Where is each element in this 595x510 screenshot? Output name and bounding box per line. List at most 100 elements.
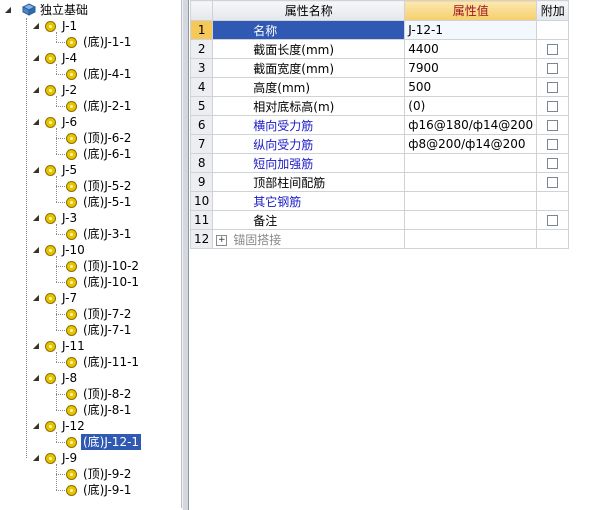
grid-row[interactable]: 12 + 锚固搭接 [189, 229, 570, 249]
extra-checkbox[interactable] [547, 139, 559, 150]
property-name-cell[interactable]: 横向受力筋 [212, 115, 406, 135]
collapse-toggle-icon[interactable]: ◢ [32, 294, 40, 302]
collapse-toggle-icon[interactable]: ◢ [32, 342, 40, 350]
tree-leaf-label[interactable]: (顶)J-10-2 [83, 258, 139, 274]
tree-group-label[interactable]: J-12 [62, 418, 85, 434]
column-header-extra[interactable]: 附加 [536, 0, 570, 21]
tree-leaf-label[interactable]: (顶)J-8-2 [83, 386, 131, 402]
extra-checkbox[interactable] [547, 63, 559, 74]
tree-leaf-label[interactable]: (顶)J-5-2 [83, 178, 131, 194]
tree-leaf-label[interactable]: (底)J-11-1 [83, 354, 139, 370]
property-grid: 属性名称 属性值 附加 1 名称 J-12-1 2 截面长度(mm) 4400 3 截面宽度(… [189, 0, 570, 249]
property-value-cell[interactable]: ф16@180/ф14@200 [404, 115, 538, 135]
property-value-cell[interactable]: 7900 [404, 58, 538, 78]
grid-row[interactable]: 5 相对底标高(m) (0) [189, 96, 570, 116]
property-name-cell[interactable]: 相对底标高(m) [212, 96, 406, 116]
grid-row[interactable]: 11 备注 [189, 210, 570, 230]
collapse-toggle-icon[interactable]: ◢ [32, 214, 40, 222]
grid-row[interactable]: 6 横向受力筋 ф16@180/ф14@200 [189, 115, 570, 135]
property-value-cell[interactable]: J-12-1 [404, 20, 538, 40]
grid-row[interactable]: 7 纵向受力筋 ф8@200/ф14@200 [189, 134, 570, 154]
collapse-toggle-icon[interactable]: ◢ [4, 6, 12, 14]
property-value-cell[interactable]: (0) [404, 96, 538, 116]
property-name-cell[interactable]: + 锚固搭接 [212, 229, 406, 249]
property-value-cell[interactable] [404, 229, 538, 249]
extra-checkbox[interactable] [547, 215, 559, 226]
property-name-cell[interactable]: 其它钢筋 [212, 191, 406, 211]
property-value-cell[interactable] [404, 172, 538, 192]
extra-checkbox[interactable] [547, 82, 559, 93]
extra-checkbox[interactable] [547, 44, 559, 55]
tree-group-label[interactable]: J-10 [62, 242, 85, 258]
collapse-toggle-icon[interactable]: ◢ [32, 374, 40, 382]
tree-group-label[interactable]: J-2 [62, 82, 77, 98]
property-name-cell[interactable]: 高度(mm) [212, 77, 406, 97]
extra-checkbox[interactable] [547, 120, 559, 131]
tree-leaf-label[interactable]: (底)J-6-1 [83, 146, 131, 162]
tree-group-label[interactable]: J-1 [62, 18, 77, 34]
property-name-cell[interactable]: 短向加强筋 [212, 153, 406, 173]
property-name-cell[interactable]: 截面长度(mm) [212, 39, 406, 59]
property-name-cell[interactable]: 纵向受力筋 [212, 134, 406, 154]
property-value-cell[interactable]: 4400 [404, 39, 538, 59]
tree-leaf-label[interactable]: (底)J-4-1 [83, 66, 131, 82]
property-name-cell[interactable]: 顶部柱间配筋 [212, 172, 406, 192]
tree-root-label[interactable]: 独立基础 [40, 2, 88, 18]
collapse-toggle-icon[interactable]: ◢ [32, 422, 40, 430]
tree-leaf-label[interactable]: (底)J-7-1 [83, 322, 131, 338]
tree-group-label[interactable]: J-4 [62, 50, 77, 66]
collapse-toggle-icon[interactable]: ◢ [32, 246, 40, 254]
property-value-cell[interactable]: 500 [404, 77, 538, 97]
grid-row[interactable]: 9 顶部柱间配筋 [189, 172, 570, 192]
property-name-cell[interactable]: 截面宽度(mm) [212, 58, 406, 78]
grid-row[interactable]: 1 名称 J-12-1 [189, 20, 570, 40]
tree-leaf-label[interactable]: (底)J-3-1 [83, 226, 131, 242]
pane-splitter[interactable] [182, 0, 189, 510]
gear-icon [66, 261, 77, 272]
extra-checkbox[interactable] [547, 177, 559, 188]
tree-group-label[interactable]: J-7 [62, 290, 77, 306]
tree-leaf-label[interactable]: (底)J-2-1 [83, 98, 131, 114]
tree-leaf-label-selected[interactable]: (底)J-12-1 [81, 434, 142, 450]
tree-leaf-label[interactable]: (顶)J-6-2 [83, 130, 131, 146]
collapse-toggle-icon[interactable]: ◢ [32, 454, 40, 462]
collapse-toggle-icon[interactable]: ◢ [32, 54, 40, 62]
tree-leaf-label[interactable]: (底)J-1-1 [83, 34, 131, 50]
collapse-toggle-icon[interactable]: ◢ [32, 86, 40, 94]
tree-leaf-label[interactable]: (顶)J-9-2 [83, 466, 131, 482]
tree-group-label[interactable]: J-8 [62, 370, 77, 386]
tree-leaf-label[interactable]: (底)J-10-1 [83, 274, 139, 290]
grid-row[interactable]: 8 短向加强筋 [189, 153, 570, 173]
property-name-cell[interactable]: 备注 [212, 210, 406, 230]
property-value-cell[interactable] [404, 210, 538, 230]
extra-cell [536, 96, 570, 116]
grid-row[interactable]: 4 高度(mm) 500 [189, 77, 570, 97]
property-value-cell[interactable]: ф8@200/ф14@200 [404, 134, 538, 154]
column-header-name[interactable]: 属性名称 [212, 0, 406, 21]
gear-icon [66, 357, 77, 368]
expand-plus-icon[interactable]: + [216, 234, 228, 246]
grid-row[interactable]: 2 截面长度(mm) 4400 [189, 39, 570, 59]
collapse-toggle-icon[interactable]: ◢ [32, 118, 40, 126]
gear-icon [45, 245, 56, 256]
extra-checkbox[interactable] [547, 101, 559, 112]
property-name-cell[interactable]: 名称 [212, 20, 406, 40]
tree-group-label[interactable]: J-11 [62, 338, 85, 354]
tree-group-label[interactable]: J-3 [62, 210, 77, 226]
tree-group-label[interactable]: J-9 [62, 450, 77, 466]
tree-leaf-label[interactable]: (底)J-5-1 [83, 194, 131, 210]
tree-group-label[interactable]: J-6 [62, 114, 77, 130]
grid-row[interactable]: 3 截面宽度(mm) 7900 [189, 58, 570, 78]
tree-leaf-label[interactable]: (顶)J-7-2 [83, 306, 131, 322]
extra-checkbox[interactable] [547, 158, 559, 169]
property-value-cell[interactable] [404, 191, 538, 211]
collapse-toggle-icon[interactable]: ◢ [32, 166, 40, 174]
tree-leaf-label[interactable]: (底)J-8-1 [83, 402, 131, 418]
component-tree[interactable]: ◢ 独立基础 ◢ J-1 (底)J-1-1 ◢ J-4 (底)J-4-1 ◢ J-2 (底)J-2… [0, 0, 182, 508]
tree-leaf-label[interactable]: (底)J-9-1 [83, 482, 131, 498]
tree-group-label[interactable]: J-5 [62, 162, 77, 178]
property-value-cell[interactable] [404, 153, 538, 173]
column-header-value[interactable]: 属性值 [404, 0, 538, 21]
collapse-toggle-icon[interactable]: ◢ [32, 22, 40, 30]
grid-row[interactable]: 10 其它钢筋 [189, 191, 570, 211]
